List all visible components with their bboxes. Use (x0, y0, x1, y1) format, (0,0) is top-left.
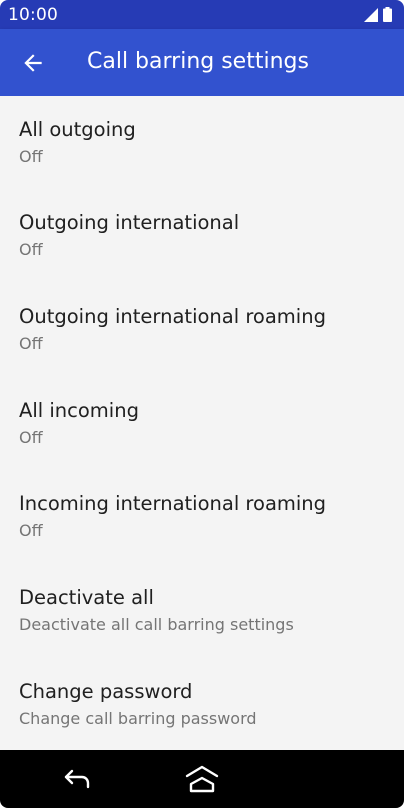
setting-title: Deactivate all (19, 586, 154, 609)
setting-summary: Change call barring password (19, 709, 257, 728)
battery-icon (383, 7, 392, 22)
setting-all-outgoing[interactable]: All outgoing Off (0, 96, 404, 189)
arrow-back-icon[interactable] (20, 50, 46, 76)
page-title: Call barring settings (87, 49, 309, 74)
setting-outgoing-international-roaming[interactable]: Outgoing international roaming Off (0, 283, 404, 376)
setting-title: Change password (19, 680, 193, 703)
setting-change-password[interactable]: Change password Change call barring pass… (0, 658, 404, 750)
setting-outgoing-international[interactable]: Outgoing international Off (0, 189, 404, 282)
device-screen: 10:00 Call barring settings All outgoing… (0, 0, 404, 808)
navigation-bar (0, 750, 404, 808)
setting-title: All incoming (19, 399, 139, 422)
status-icons (364, 7, 392, 22)
cellular-signal-icon (364, 8, 378, 22)
setting-all-incoming[interactable]: All incoming Off (0, 377, 404, 470)
nav-home-icon[interactable] (184, 764, 220, 794)
nav-back-icon[interactable] (62, 767, 94, 791)
settings-list: All outgoing Off Outgoing international … (0, 96, 404, 750)
setting-incoming-international-roaming[interactable]: Incoming international roaming Off (0, 470, 404, 563)
status-bar: 10:00 (0, 0, 404, 29)
setting-title: Outgoing international (19, 211, 240, 234)
setting-summary: Off (19, 334, 43, 353)
setting-summary: Off (19, 428, 43, 447)
setting-title: All outgoing (19, 118, 136, 141)
setting-title: Incoming international roaming (19, 492, 327, 515)
setting-summary: Deactivate all call barring settings (19, 615, 294, 634)
app-bar: Call barring settings (0, 29, 404, 96)
setting-deactivate-all[interactable]: Deactivate all Deactivate all call barri… (0, 564, 404, 657)
setting-summary: Off (19, 521, 43, 540)
setting-summary: Off (19, 240, 43, 259)
status-time: 10:00 (8, 5, 58, 25)
setting-summary: Off (19, 147, 43, 166)
setting-title: Outgoing international roaming (19, 305, 326, 328)
